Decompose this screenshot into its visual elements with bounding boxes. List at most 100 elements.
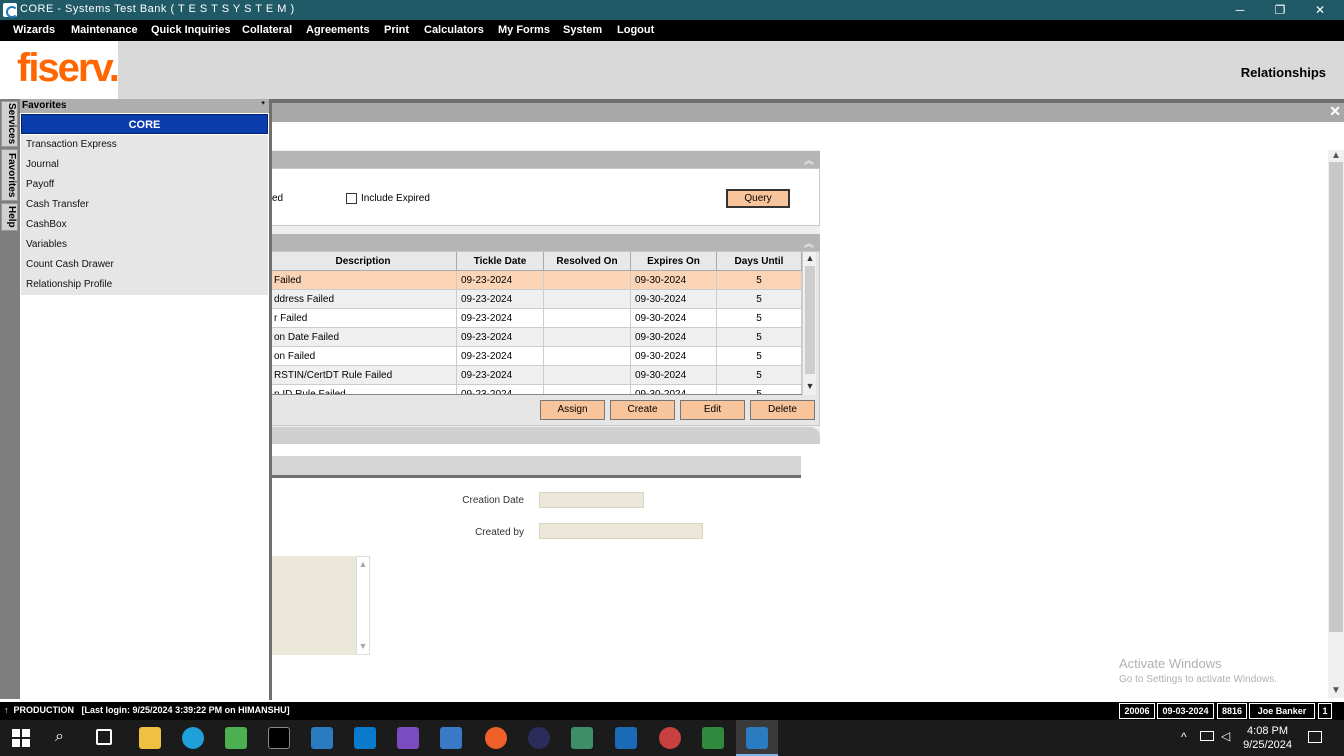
visual-studio-icon[interactable] [397,727,419,749]
notes-scrollbar[interactable]: ▲ ▼ [356,556,370,655]
documents-icon[interactable] [440,727,462,749]
close-page-icon[interactable]: ✕ [1329,103,1341,120]
create-button[interactable]: Create [610,400,675,420]
active-core-app-taskbar[interactable] [736,720,778,756]
favorites-header: Favorites ᐩ [20,99,269,113]
side-tab-help[interactable]: Help [1,203,18,231]
file-explorer-icon[interactable] [139,727,161,749]
table-row[interactable]: on Date Failed 09-23-2024 09-30-2024 5 [270,328,802,347]
include-expired-label: Include Expired [361,193,430,204]
notes-scroll-down-icon[interactable]: ▼ [357,641,369,651]
notifications-icon[interactable] [1308,731,1322,743]
tickler-panel-header: ︽ [270,234,820,251]
favorite-relationship-profile[interactable]: Relationship Profile [26,279,112,290]
restore-button[interactable]: ❐ [1260,0,1300,20]
favorites-group-core[interactable]: CORE [21,114,268,134]
cell-expires-on: 09-30-2024 [631,366,717,385]
search-icon[interactable]: ⌕ [55,728,64,746]
favorite-variables[interactable]: Variables [26,239,67,250]
scroll-down-icon[interactable]: ▼ [1328,685,1344,696]
collapse-icon[interactable]: ︽ [804,152,814,167]
created-by-field[interactable] [539,523,703,539]
favorite-cashbox[interactable]: CashBox [26,219,67,230]
core-app-icon[interactable] [311,727,333,749]
include-expired-checkbox[interactable] [346,193,357,204]
detail-tab [270,427,820,444]
menu-collateral[interactable]: Collateral [242,24,292,36]
menu-maintenance[interactable]: Maintenance [71,24,138,36]
cell-resolved-on [544,290,631,309]
menu-agreements[interactable]: Agreements [306,24,370,36]
taskbar-clock[interactable]: 4:08 PM 9/25/2024 [1243,724,1292,752]
grid-scroll-down-icon[interactable]: ▼ [803,381,817,391]
menu-logout[interactable]: Logout [617,24,654,36]
table-row[interactable]: RSTIN/CertDT Rule Failed 09-23-2024 09-30-… [270,366,802,385]
cell-days-until: 5 [717,271,802,290]
cell-tickle-date: 09-23-2024 [457,309,544,328]
collapse-icon[interactable]: ︽ [804,235,814,250]
window-app-icon[interactable] [615,727,637,749]
favorite-transaction-express[interactable]: Transaction Express [26,139,117,150]
favorite-cash-transfer[interactable]: Cash Transfer [26,199,89,210]
menu-quick-inquiries[interactable]: Quick Inquiries [151,24,230,36]
side-tab-strip: Services Favorites Help [0,99,20,699]
edge-icon[interactable] [182,727,204,749]
cell-resolved-on [544,347,631,366]
table-row[interactable]: r Failed 09-23-2024 09-30-2024 5 [270,309,802,328]
table-row[interactable]: n ID Rule Failed 09-23-2024 09-30-2024 5 [270,385,802,394]
grid-scroll-thumb[interactable] [805,266,815,374]
menu-my-forms[interactable]: My Forms [498,24,550,36]
terminal-icon[interactable] [268,727,290,749]
assign-button[interactable]: Assign [540,400,605,420]
app-installer-icon[interactable] [225,727,247,749]
table-row[interactable]: ddress Failed 09-23-2024 09-30-2024 5 [270,290,802,309]
grid-scroll-up-icon[interactable]: ▲ [803,253,817,263]
vscode-icon[interactable] [354,727,376,749]
col-header-resolved-on[interactable]: Resolved On [544,252,631,271]
menu-print[interactable]: Print [384,24,409,36]
close-button[interactable]: ✕ [1300,0,1340,20]
table-row[interactable]: Failed 09-23-2024 09-30-2024 5 [270,271,802,290]
partial-filter-label: ed [272,193,284,204]
side-tab-services[interactable]: Services [1,101,18,147]
favorites-title: Favorites [22,100,67,111]
pin-icon[interactable]: ᐩ [261,99,265,113]
side-tab-favorites[interactable]: Favorites [1,149,18,201]
delete-button[interactable]: Delete [750,400,815,420]
minimize-button[interactable]: ─ [1220,0,1260,20]
scroll-thumb[interactable] [1329,162,1343,632]
menu-calculators[interactable]: Calculators [424,24,484,36]
postman-icon[interactable] [485,727,507,749]
col-header-days-until[interactable]: Days Until [717,252,802,271]
tray-chevron-icon[interactable]: ^ [1181,730,1187,744]
windows-start-icon[interactable] [12,729,30,747]
fiserv-logo: fiserv. [17,46,120,90]
notes-app-icon[interactable] [571,727,593,749]
menu-wizards[interactable]: Wizards [13,24,55,36]
window-title: CORE - Systems Test Bank ( T E S T S Y S… [20,3,295,15]
network-icon[interactable] [1200,731,1214,741]
notepad-icon[interactable] [702,727,724,749]
notes-scroll-up-icon[interactable]: ▲ [357,559,369,569]
task-view-icon[interactable] [96,729,112,745]
favorite-count-cash-drawer[interactable]: Count Cash Drawer [26,259,114,270]
main-scrollbar[interactable]: ▲ ▼ [1328,150,1344,698]
grid-scrollbar[interactable]: ▲ ▼ [802,252,816,395]
table-row[interactable]: on Failed 09-23-2024 09-30-2024 5 [270,347,802,366]
volume-icon[interactable]: ◁ [1221,729,1230,743]
favorite-payoff[interactable]: Payoff [26,179,54,190]
creation-date-field[interactable] [539,492,644,508]
menu-system[interactable]: System [563,24,602,36]
edit-button[interactable]: Edit [680,400,745,420]
query-button[interactable]: Query [726,189,790,208]
col-header-expires-on[interactable]: Expires On [631,252,717,271]
eclipse-icon[interactable] [528,727,550,749]
favorite-journal[interactable]: Journal [26,159,59,170]
col-header-tickle-date[interactable]: Tickle Date [457,252,544,271]
col-header-description[interactable]: Description [270,252,457,271]
cell-resolved-on [544,271,631,290]
scroll-up-icon[interactable]: ▲ [1328,150,1344,161]
paint-icon[interactable] [659,727,681,749]
cell-expires-on: 09-30-2024 [631,309,717,328]
notes-textarea[interactable] [272,556,356,655]
